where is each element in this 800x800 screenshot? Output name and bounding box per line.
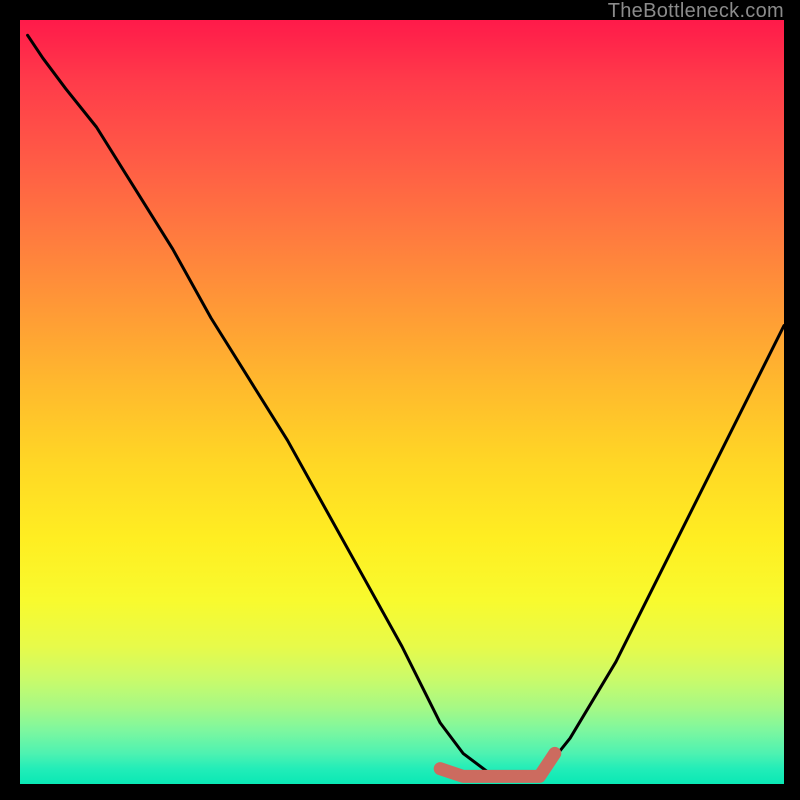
watermark-text: TheBottleneck.com — [608, 0, 784, 23]
chart-svg — [20, 20, 784, 784]
bottleneck-curve — [28, 35, 784, 776]
optimal-range-marker — [440, 753, 555, 776]
chart-plot-area — [20, 20, 784, 784]
chart-frame: TheBottleneck.com — [0, 0, 800, 800]
